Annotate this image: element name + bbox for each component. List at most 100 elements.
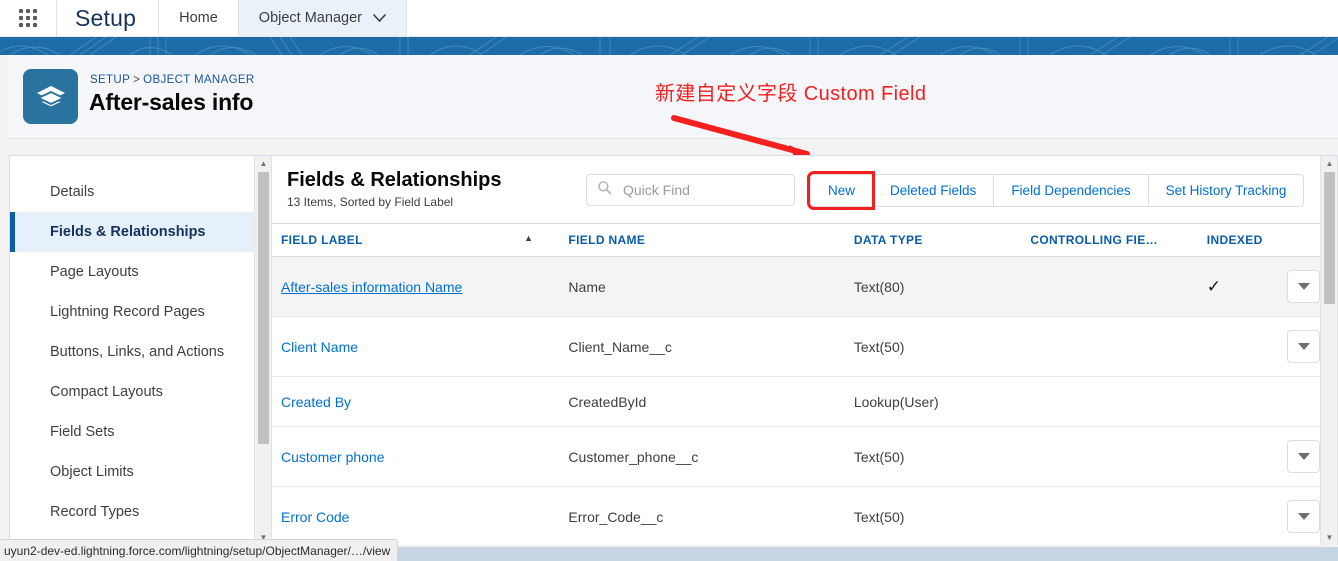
sidebar-item-details[interactable]: Details bbox=[10, 172, 254, 212]
fields-main-panel: Fields & Relationships 13 Items, Sorted … bbox=[271, 156, 1337, 545]
page-title: After-sales info bbox=[89, 89, 254, 115]
status-bar-url: uyun2-dev-ed.lightning.force.com/lightni… bbox=[0, 539, 399, 561]
field-name-cell: Customer_phone__c bbox=[559, 426, 845, 487]
sidebar-item-record-types[interactable]: Record Types bbox=[10, 492, 254, 532]
data-type-cell: Text(80) bbox=[844, 256, 1022, 317]
breadcrumb-item-object-manager[interactable]: OBJECT MANAGER bbox=[143, 74, 254, 86]
column-header-controlling-field[interactable]: CONTROLLING FIE… bbox=[1021, 223, 1198, 257]
waffle-grid-icon bbox=[19, 9, 37, 27]
breadcrumb-item-setup[interactable]: SETUP bbox=[90, 74, 130, 86]
field-name-cell: Error_Code__c bbox=[559, 486, 845, 545]
field-dependencies-button[interactable]: Field Dependencies bbox=[993, 174, 1148, 207]
chevron-down-icon bbox=[373, 12, 386, 24]
fields-toolbar-buttons: New Deleted Fields Field Dependencies Se… bbox=[806, 171, 1305, 210]
tab-object-manager-label: Object Manager bbox=[258, 10, 362, 26]
sidebar-item-label: Fields & Relationships bbox=[50, 224, 206, 240]
sidebar-item-compact-layouts[interactable]: Compact Layouts bbox=[10, 372, 254, 412]
sidebar-item-label: Page Layouts bbox=[50, 264, 139, 280]
data-type-cell: Text(50) bbox=[844, 486, 1022, 545]
sidebar-scrollbar[interactable]: ▲ ▼ bbox=[254, 156, 271, 545]
controlling-field-cell bbox=[1021, 316, 1198, 377]
row-actions-menu-button[interactable] bbox=[1287, 270, 1321, 303]
global-nav-tabs: Home Object Manager bbox=[159, 0, 407, 36]
table-row: Error Code Error_Code__c Text(50) bbox=[272, 486, 1337, 545]
chevron-down-icon bbox=[1297, 343, 1310, 350]
set-history-tracking-button[interactable]: Set History Tracking bbox=[1147, 174, 1305, 207]
deleted-fields-button[interactable]: Deleted Fields bbox=[872, 174, 994, 207]
row-actions-menu-button[interactable] bbox=[1287, 500, 1321, 533]
sidebar-item-label: Field Sets bbox=[50, 424, 115, 440]
sidebar-item-label: Compact Layouts bbox=[50, 384, 163, 400]
field-label-link[interactable]: Client Name bbox=[281, 339, 358, 355]
breadcrumb-separator: > bbox=[133, 74, 141, 86]
sidebar-scrollbar-thumb[interactable] bbox=[258, 172, 269, 444]
table-row: Created By CreatedById Lookup(User) bbox=[272, 376, 1337, 427]
tab-home-label: Home bbox=[179, 10, 218, 26]
table-header-row: FIELD LABEL ▲ FIELD NAME DATA TYPE CONTR… bbox=[272, 223, 1337, 257]
controlling-field-cell bbox=[1021, 486, 1198, 545]
table-body: After-sales information Name Name Text(8… bbox=[272, 256, 1337, 545]
table-row: Customer phone Customer_phone__c Text(50… bbox=[272, 426, 1337, 487]
sidebar-item-page-layouts[interactable]: Page Layouts bbox=[10, 252, 254, 292]
setup-title: Setup bbox=[57, 0, 160, 36]
new-field-button[interactable]: New bbox=[806, 171, 876, 210]
sidebar-item-fields-and-relationships[interactable]: Fields & Relationships bbox=[10, 212, 254, 252]
sidebar-item-label: Object Limits bbox=[50, 464, 134, 480]
tab-object-manager[interactable]: Object Manager bbox=[238, 0, 407, 36]
field-name-cell: CreatedById bbox=[559, 376, 845, 427]
sort-ascending-icon: ▲ bbox=[524, 233, 534, 243]
row-actions-menu-button[interactable] bbox=[1287, 330, 1321, 363]
field-name-cell: Name bbox=[559, 256, 845, 317]
column-header-indexed[interactable]: INDEXED bbox=[1197, 223, 1277, 257]
data-type-cell: Text(50) bbox=[844, 316, 1022, 377]
controlling-field-cell bbox=[1021, 426, 1198, 487]
indexed-check-icon: ✓ bbox=[1206, 276, 1222, 296]
controlling-field-cell bbox=[1021, 256, 1198, 317]
column-header-field-label[interactable]: FIELD LABEL ▲ bbox=[272, 223, 560, 257]
search-icon bbox=[597, 180, 612, 200]
global-header: Setup Home Object Manager bbox=[0, 0, 1338, 37]
chevron-down-icon bbox=[1297, 453, 1310, 460]
sidebar-item-label: Lightning Record Pages bbox=[50, 304, 205, 320]
tab-home[interactable]: Home bbox=[159, 0, 239, 36]
field-label-link[interactable]: Error Code bbox=[281, 509, 349, 525]
sidebar-item-label: Buttons, Links, and Actions bbox=[50, 344, 225, 360]
column-header-data-type[interactable]: DATA TYPE bbox=[844, 223, 1022, 257]
sidebar-item-lightning-record-pages[interactable]: Lightning Record Pages bbox=[10, 292, 254, 332]
page-scrollbar-thumb[interactable] bbox=[1324, 172, 1335, 304]
sidebar-item-field-sets[interactable]: Field Sets bbox=[10, 412, 254, 452]
sidebar-item-buttons-links-and-actions[interactable]: Buttons, Links, and Actions bbox=[10, 332, 254, 372]
controlling-field-cell bbox=[1021, 376, 1198, 427]
field-name-cell: Client_Name__c bbox=[559, 316, 845, 377]
table-row: Client Name Client_Name__c Text(50) bbox=[272, 316, 1337, 377]
quick-find-container[interactable] bbox=[586, 174, 795, 206]
field-label-link[interactable]: After-sales information Name bbox=[281, 279, 462, 295]
search-input[interactable] bbox=[621, 181, 781, 199]
field-label-link[interactable]: Customer phone bbox=[281, 449, 385, 465]
row-actions-menu-button[interactable] bbox=[1287, 440, 1321, 473]
layers-stack-icon bbox=[23, 69, 78, 124]
column-header-field-name[interactable]: FIELD NAME bbox=[559, 223, 845, 257]
sidebar-item-object-limits[interactable]: Object Limits bbox=[10, 452, 254, 492]
scroll-up-arrow-icon[interactable]: ▲ bbox=[255, 156, 272, 171]
object-sidebar-nav: Details Fields & Relationships Page Layo… bbox=[10, 156, 254, 545]
scroll-down-arrow-icon[interactable]: ▼ bbox=[1321, 530, 1338, 545]
brand-decorative-band bbox=[0, 37, 1338, 55]
scroll-up-arrow-icon[interactable]: ▲ bbox=[1321, 156, 1338, 171]
page-scrollbar[interactable]: ▲ ▼ bbox=[1320, 156, 1337, 545]
data-type-cell: Text(50) bbox=[844, 426, 1022, 487]
content-area: Details Fields & Relationships Page Layo… bbox=[9, 155, 1338, 545]
setup-page: Setup Home Object Manager SETUP > OBJECT… bbox=[0, 0, 1338, 561]
sidebar-item-label: Record Types bbox=[50, 504, 140, 520]
sidebar-item-label: Details bbox=[50, 184, 95, 200]
field-label-link[interactable]: Created By bbox=[281, 394, 351, 410]
fields-header: Fields & Relationships 13 Items, Sorted … bbox=[272, 156, 1337, 223]
data-type-cell: Lookup(User) bbox=[844, 376, 1022, 427]
chevron-down-icon bbox=[1297, 513, 1310, 520]
fields-table: FIELD LABEL ▲ FIELD NAME DATA TYPE CONTR… bbox=[272, 223, 1337, 545]
column-header-label: FIELD LABEL bbox=[281, 233, 363, 247]
app-launcher-button[interactable] bbox=[0, 0, 57, 36]
breadcrumb: SETUP > OBJECT MANAGER bbox=[90, 74, 255, 86]
annotation-text: 新建自定义字段 Custom Field bbox=[655, 83, 927, 105]
table-row: After-sales information Name Name Text(8… bbox=[272, 256, 1337, 317]
